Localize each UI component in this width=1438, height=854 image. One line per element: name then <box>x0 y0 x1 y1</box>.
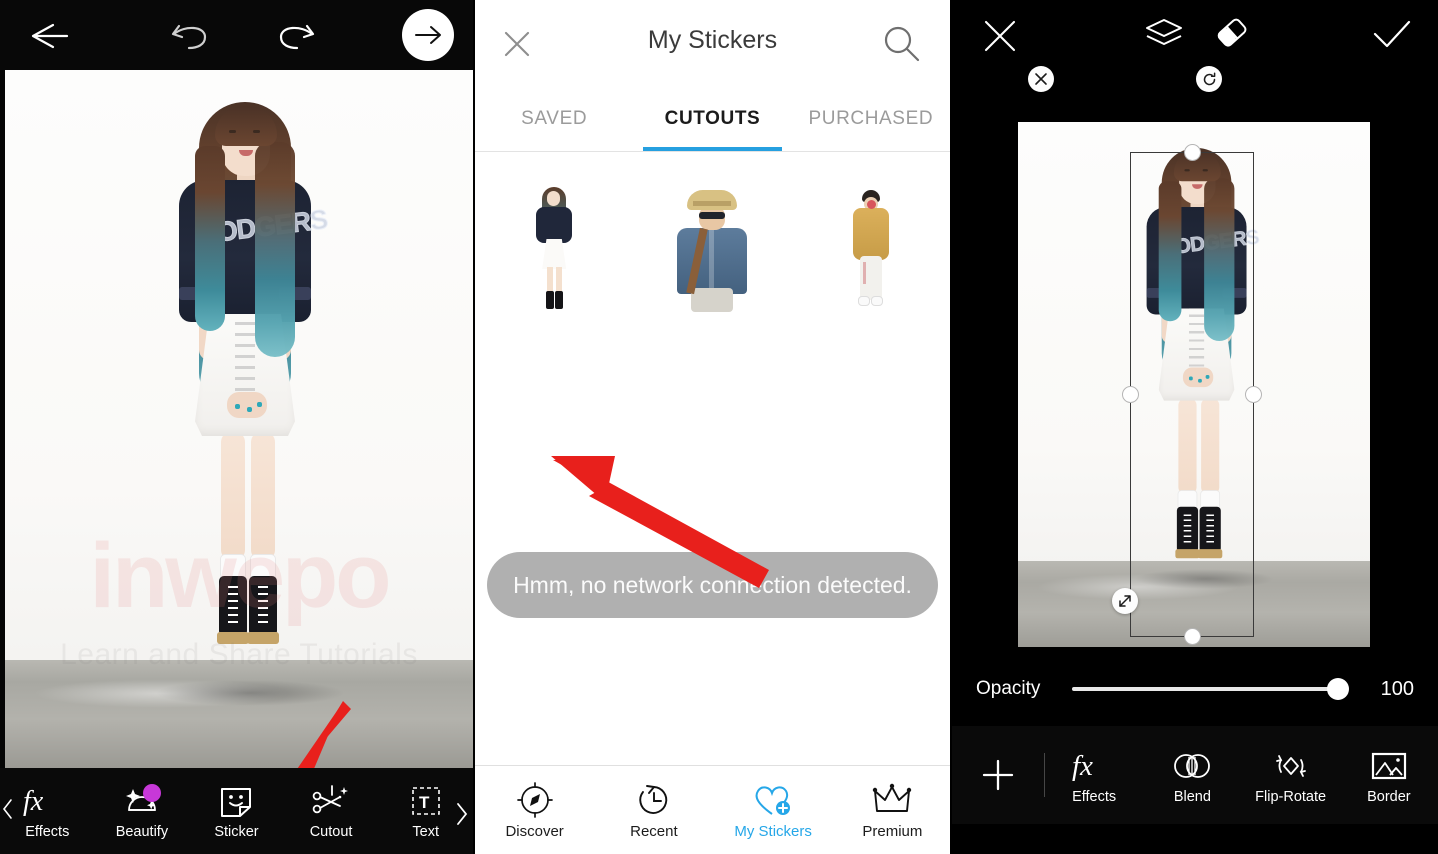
opacity-label: Opacity <box>976 678 1041 699</box>
nav-label: My Stickers <box>734 823 812 840</box>
flip-rotate-icon <box>1268 745 1314 787</box>
canvas-stage[interactable]: DODGERS <box>952 66 1438 652</box>
model-figure: DODGERS <box>165 102 329 682</box>
canvas-tool-label: Border <box>1367 789 1411 805</box>
handle-right[interactable] <box>1245 386 1262 403</box>
sticker-row <box>475 170 950 330</box>
compass-icon <box>515 780 555 820</box>
nav-label: Discover <box>505 823 564 840</box>
canvas-bottom-toolbar: fx Effects Blend Flip-Rotate Border <box>952 726 1438 824</box>
nav-premium[interactable]: Premium <box>833 780 950 840</box>
sticker-thumbnail <box>849 188 893 312</box>
arrow-left-icon[interactable] <box>22 18 70 54</box>
editor-tool-label: Text <box>412 824 439 840</box>
layers-icon[interactable] <box>1142 14 1186 58</box>
handle-bottom[interactable] <box>1183 628 1201 645</box>
svg-text:T: T <box>419 793 430 812</box>
stickers-tabs: SAVED CUTOUTS PURCHASED <box>475 86 950 152</box>
stickers-grid: Hmm, no network connection detected. <box>475 152 950 772</box>
tab-purchased[interactable]: PURCHASED <box>792 86 950 151</box>
chevron-right-icon[interactable] <box>455 802 469 831</box>
nav-discover[interactable]: Discover <box>475 780 594 840</box>
canvas-top-toolbar <box>952 0 1438 70</box>
canvas-tool-flip-rotate[interactable]: Flip-Rotate <box>1242 745 1340 805</box>
eraser-icon[interactable] <box>1210 12 1254 56</box>
canvas-tool-effects[interactable]: fx Effects <box>1045 745 1143 805</box>
search-icon[interactable] <box>880 22 922 64</box>
undo-icon[interactable] <box>168 16 218 56</box>
network-toast: Hmm, no network connection detected. <box>487 552 938 618</box>
canvas-tool-list: fx Effects Blend Flip-Rotate Border <box>1045 745 1438 805</box>
stickers-header: My Stickers <box>475 0 950 86</box>
editor-top-toolbar <box>0 0 473 70</box>
sticker-icon <box>218 782 254 820</box>
editor-tool-beautify[interactable]: Beautify <box>95 782 190 840</box>
sticker-thumbnail <box>669 188 755 312</box>
editor-tool-label: Sticker <box>214 824 259 840</box>
photo-canvas[interactable]: DODGERS inwepo Learn and Share Tutorials <box>5 70 473 768</box>
editor-tool-label: Effects <box>25 824 70 840</box>
page-title: My Stickers <box>647 26 778 54</box>
blend-icon <box>1170 745 1214 787</box>
opacity-slider[interactable] <box>1072 678 1349 700</box>
scissors-icon <box>310 782 352 820</box>
text-box-icon: T <box>408 782 444 820</box>
canvas-tool-label: Blend <box>1173 789 1211 805</box>
check-icon[interactable] <box>1370 16 1414 56</box>
nav-label: Recent <box>630 823 678 840</box>
opacity-slider-knob[interactable] <box>1327 678 1349 700</box>
opacity-control: Opacity 100 <box>952 652 1438 726</box>
sticker-selection-box[interactable] <box>1122 144 1262 645</box>
editor-tool-effects[interactable]: fx Effects <box>0 782 95 840</box>
editor-tool-sticker[interactable]: Sticker <box>189 782 284 840</box>
opacity-value: 100 <box>1380 677 1414 700</box>
sticker-thumbnail <box>528 185 580 315</box>
arrow-right-icon[interactable] <box>402 9 454 61</box>
clock-back-icon <box>634 780 674 820</box>
svg-text:fx: fx <box>23 786 44 817</box>
model-shadow <box>155 680 345 706</box>
close-icon[interactable] <box>980 16 1020 56</box>
image-border-icon <box>1366 745 1412 787</box>
editor-tool-label: Cutout <box>309 824 353 840</box>
rotate-icon[interactable] <box>1196 66 1222 92</box>
crown-icon <box>870 780 914 820</box>
canvas-tool-border[interactable]: Border <box>1340 745 1438 805</box>
editor-tool-label: Beautify <box>115 824 169 840</box>
redo-icon[interactable] <box>268 16 318 56</box>
sticker-item-man-straw-hat[interactable] <box>633 170 791 330</box>
nav-my-stickers[interactable]: My Stickers <box>714 780 833 840</box>
editor-tool-cutout[interactable]: Cutout <box>284 782 379 840</box>
svg-text:fx: fx <box>1072 750 1093 782</box>
canvas-tool-blend[interactable]: Blend <box>1143 745 1241 805</box>
canvas-tool-label: Effects <box>1072 789 1117 805</box>
three-panel-tutorial-screenshot: DODGERS inwepo Learn and Share Tutorials <box>0 0 1438 854</box>
tab-cutouts[interactable]: CUTOUTS <box>633 86 791 151</box>
sticker-canvas-panel: DODGERS <box>950 0 1438 854</box>
canvas-tool-label: Flip-Rotate <box>1255 789 1327 805</box>
nav-label: Premium <box>862 823 923 840</box>
sticker-item-girl-navy-jersey[interactable] <box>475 170 633 330</box>
stickers-bottom-nav: Discover Recent My Stickers Premium <box>475 765 950 854</box>
heart-plus-icon <box>750 780 796 820</box>
sticker-item-man-yellow-sweater[interactable] <box>792 170 950 330</box>
tab-saved[interactable]: SAVED <box>475 86 633 151</box>
close-icon[interactable] <box>1028 66 1054 92</box>
editor-bottom-toolbar: fx Effects Beautify Sticker Cutout T Tex… <box>0 768 473 854</box>
nav-recent[interactable]: Recent <box>594 780 713 840</box>
resize-diagonal-icon[interactable] <box>1112 588 1138 614</box>
canvas-photo[interactable]: DODGERS <box>1018 122 1370 647</box>
plus-icon[interactable] <box>952 755 1044 795</box>
handle-left[interactable] <box>1122 386 1139 403</box>
my-stickers-panel: My Stickers SAVED CUTOUTS PURCHASED Hmm,… <box>473 0 950 854</box>
fx-icon: fx <box>19 782 75 820</box>
handle-top[interactable] <box>1183 144 1201 161</box>
photo-editor-panel: DODGERS inwepo Learn and Share Tutorials <box>0 0 473 854</box>
fx-icon: fx <box>1066 745 1122 787</box>
